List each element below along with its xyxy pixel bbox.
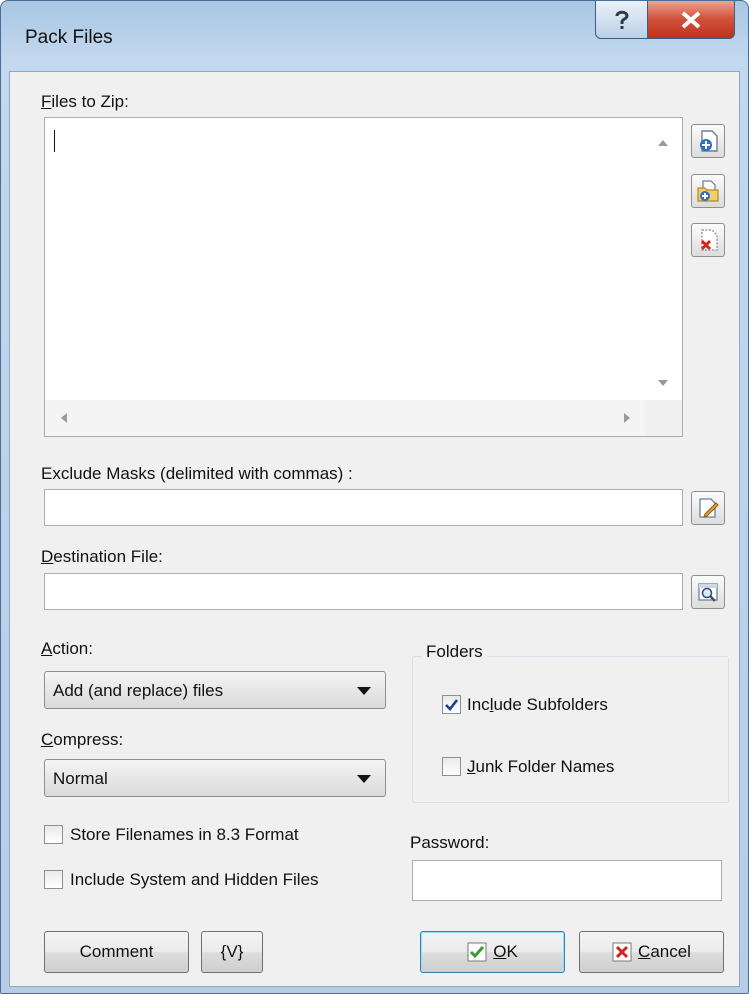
action-selected-value: Add (and replace) files (53, 681, 224, 700)
scroll-down-arrow-icon[interactable] (658, 380, 668, 386)
chevron-down-icon (357, 775, 371, 783)
junk-folder-names-checkbox[interactable] (442, 757, 461, 776)
cancel-button[interactable]: Cancel (579, 931, 724, 973)
include-system-hidden-label[interactable]: Include System and Hidden Files (70, 870, 319, 890)
folders-group-title: Folders (422, 642, 487, 662)
include-system-hidden-checkbox[interactable] (44, 870, 63, 889)
scroll-up-arrow-icon[interactable] (658, 140, 668, 146)
help-icon (615, 10, 629, 29)
close-button[interactable] (647, 1, 735, 39)
remove-file-icon (700, 229, 718, 251)
action-label: Action: (41, 639, 93, 658)
vertical-scrollbar[interactable] (645, 118, 682, 400)
horizontal-scrollbar[interactable] (45, 400, 645, 436)
store-83-format-checkbox[interactable] (44, 825, 63, 844)
add-file-icon (700, 130, 718, 152)
add-folder-button[interactable] (691, 174, 725, 208)
browse-icon (698, 583, 718, 602)
remove-file-button[interactable] (691, 223, 725, 257)
destination-file-input[interactable] (44, 573, 683, 610)
action-dropdown[interactable]: Add (and replace) files (44, 671, 386, 709)
include-subfolders-label[interactable]: Include Subfolders (467, 695, 608, 715)
exclude-masks-input[interactable] (44, 489, 683, 526)
chevron-down-icon (357, 687, 371, 695)
variables-button[interactable]: {V} (201, 931, 263, 973)
cancel-x-icon (612, 942, 632, 962)
scroll-right-arrow-icon[interactable] (624, 413, 630, 423)
ok-check-icon (467, 942, 487, 962)
cancel-label: Cancel (638, 942, 691, 961)
files-to-zip-label: Files to Zip: (41, 92, 129, 111)
scrollbar-corner (645, 400, 682, 436)
include-subfolders-checkbox[interactable] (442, 695, 461, 714)
junk-folder-names-label[interactable]: Junk Folder Names (467, 757, 614, 777)
password-input[interactable] (412, 860, 722, 901)
help-button[interactable] (595, 1, 648, 39)
dialog-client: Files to Zip: Exclude Masks (delimited w… (9, 71, 740, 987)
ok-button[interactable]: OK (420, 931, 565, 973)
store-83-format-label[interactable]: Store Filenames in 8.3 Format (70, 825, 299, 845)
password-label: Password: (410, 833, 490, 852)
compress-label: Compress: (41, 730, 124, 749)
exclude-masks-label: Exclude Masks (delimited with commas) : (41, 464, 353, 483)
destination-file-label: Destination File: (41, 547, 163, 566)
browse-destination-button[interactable] (691, 575, 725, 609)
edit-icon (699, 498, 719, 518)
compress-selected-value: Normal (53, 769, 108, 788)
scroll-left-arrow-icon[interactable] (61, 413, 67, 423)
compress-dropdown[interactable]: Normal (44, 759, 386, 797)
edit-masks-button[interactable] (691, 491, 725, 525)
ok-label: OK (493, 942, 518, 961)
close-icon (681, 10, 701, 29)
add-files-button[interactable] (691, 124, 725, 158)
window-title: Pack Files (25, 27, 113, 48)
comment-button[interactable]: Comment (44, 931, 189, 973)
files-to-zip-textarea[interactable] (44, 117, 683, 437)
title-bar[interactable]: Pack Files (1, 1, 748, 71)
add-folder-icon (697, 180, 719, 202)
text-caret (54, 130, 55, 152)
checkmark-icon (445, 699, 459, 711)
dialog-window: Pack Files Files to Zip: Exclude Masks (… (0, 0, 749, 994)
folders-groupbox (412, 656, 729, 803)
